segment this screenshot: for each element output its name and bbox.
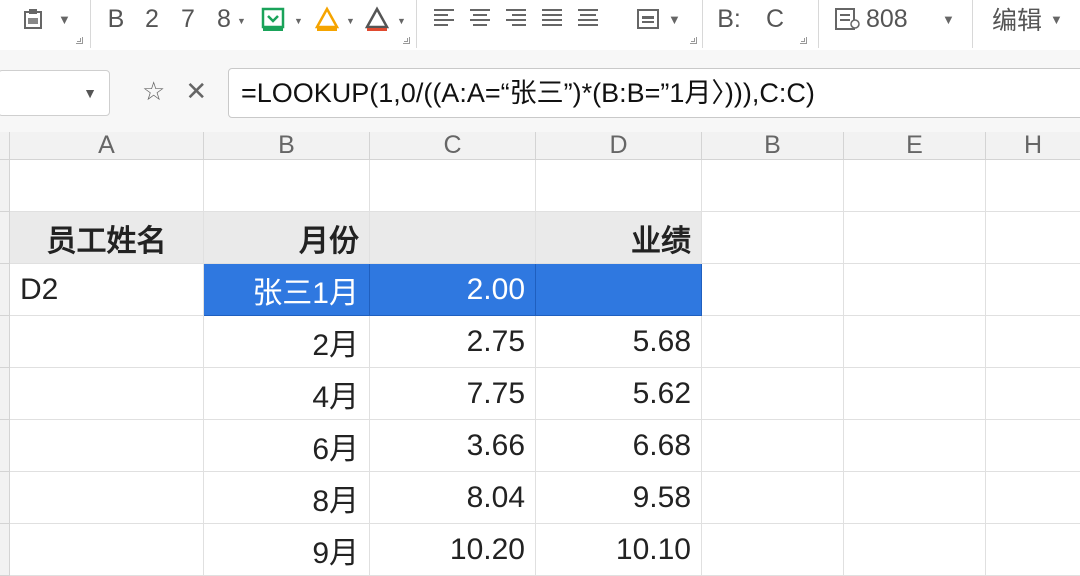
cell[interactable]: 3.66 bbox=[370, 420, 536, 472]
chevron-down-icon[interactable]: ▼ bbox=[294, 16, 303, 26]
chevron-down-icon[interactable]: ▼ bbox=[397, 16, 406, 26]
star-icon[interactable]: ☆ bbox=[142, 76, 165, 107]
toolbar-divider bbox=[972, 0, 973, 48]
chevron-down-icon[interactable]: ▼ bbox=[942, 12, 955, 27]
cell[interactable] bbox=[10, 524, 204, 576]
row-header[interactable] bbox=[0, 368, 10, 420]
chevron-down-icon[interactable]: ▼ bbox=[346, 16, 355, 26]
toolbar-divider bbox=[818, 0, 819, 48]
cell[interactable]: 8月 bbox=[204, 472, 370, 524]
paste-icon[interactable] bbox=[18, 0, 48, 38]
column-header[interactable]: A bbox=[10, 132, 204, 160]
header-cell-empty[interactable] bbox=[370, 212, 536, 264]
dialog-launcher-icon[interactable] bbox=[403, 37, 410, 44]
bold-button[interactable]: B bbox=[104, 0, 128, 38]
cell[interactable] bbox=[10, 472, 204, 524]
cell[interactable]: 4月 bbox=[204, 368, 370, 420]
formula-bar: ▼ ☆ ✕ =LOOKUP(1,0/((A:A=“张三”)*(B:B=”1月〉)… bbox=[0, 50, 1080, 133]
highlight-color-icon[interactable] bbox=[312, 0, 342, 38]
cell[interactable]: 9.58 bbox=[536, 472, 702, 524]
font-color-icon[interactable] bbox=[362, 0, 392, 38]
cell[interactable] bbox=[10, 368, 204, 420]
fill-color-icon[interactable] bbox=[258, 0, 288, 38]
cell[interactable]: 9月 bbox=[204, 524, 370, 576]
cell[interactable]: 10.10 bbox=[536, 524, 702, 576]
empty-column-area[interactable] bbox=[986, 160, 1080, 576]
justify-icon[interactable] bbox=[542, 9, 562, 29]
cell[interactable]: 8.04 bbox=[370, 472, 536, 524]
formula-actions: ☆ ✕ bbox=[142, 76, 207, 107]
cell[interactable] bbox=[370, 160, 536, 212]
format-7-button[interactable]: 7 bbox=[176, 0, 200, 38]
align-right-icon[interactable] bbox=[506, 9, 526, 29]
cell[interactable] bbox=[10, 160, 204, 212]
chevron-down-icon[interactable]: ▼ bbox=[1050, 12, 1063, 27]
row-header[interactable] bbox=[0, 212, 10, 264]
edit-menu-button[interactable]: 编辑 bbox=[988, 0, 1046, 38]
header-cell-performance[interactable]: 业绩 bbox=[536, 212, 702, 264]
selected-cell[interactable]: 张三1月 bbox=[204, 264, 370, 316]
column-header[interactable]: B bbox=[204, 132, 370, 160]
header-cell-name[interactable]: 员工姓名 bbox=[10, 212, 204, 264]
column-header[interactable]: E bbox=[844, 132, 986, 160]
spreadsheet-grid: A B C D B E H 员工姓名 月份 业绩 D2 张三1月 2.00 2月… bbox=[0, 132, 1080, 576]
dialog-launcher-icon[interactable] bbox=[76, 37, 83, 44]
column-header[interactable]: C bbox=[370, 132, 536, 160]
cell-range-c-button[interactable]: C bbox=[760, 0, 790, 38]
cell-range-b-button[interactable]: B: bbox=[712, 0, 746, 38]
column-header[interactable]: H bbox=[986, 132, 1080, 160]
toolbar-divider bbox=[90, 0, 91, 48]
cell[interactable] bbox=[10, 316, 204, 368]
selected-cell[interactable]: 2.00 bbox=[370, 264, 536, 316]
cell[interactable]: 10.20 bbox=[370, 524, 536, 576]
chevron-down-icon[interactable]: ▼ bbox=[83, 85, 97, 101]
row-header[interactable] bbox=[0, 524, 10, 576]
cell[interactable]: 6.68 bbox=[536, 420, 702, 472]
align-center-icon[interactable] bbox=[470, 9, 490, 29]
format-8-button[interactable]: 8 bbox=[212, 0, 236, 38]
number-format-icon[interactable] bbox=[832, 0, 862, 38]
cell[interactable] bbox=[10, 420, 204, 472]
row-header[interactable] bbox=[0, 420, 10, 472]
toolbar-divider bbox=[702, 0, 703, 48]
column-header[interactable]: B bbox=[702, 132, 844, 160]
empty-column-area[interactable] bbox=[844, 160, 986, 576]
dialog-launcher-icon[interactable] bbox=[690, 37, 697, 44]
close-icon[interactable]: ✕ bbox=[185, 76, 207, 107]
number-format-label[interactable]: 808 bbox=[866, 0, 938, 38]
cell[interactable] bbox=[536, 160, 702, 212]
chevron-down-icon[interactable]: ▼ bbox=[668, 12, 681, 27]
cell[interactable]: 7.75 bbox=[370, 368, 536, 420]
row-header[interactable] bbox=[0, 316, 10, 368]
row-header[interactable] bbox=[0, 160, 10, 212]
ribbon-toolbar: ▼ B 2 7 8 ▼ ▼ ▼ ▼ ▼ B: C 808 ▼ 编辑 ▼ bbox=[0, 0, 1080, 51]
distributed-align-icon[interactable] bbox=[578, 9, 598, 29]
empty-column-area[interactable] bbox=[702, 160, 844, 576]
dialog-launcher-icon[interactable] bbox=[800, 37, 807, 44]
align-left-icon[interactable] bbox=[434, 9, 454, 29]
cell[interactable] bbox=[204, 160, 370, 212]
row-header[interactable] bbox=[0, 472, 10, 524]
format-2-button[interactable]: 2 bbox=[140, 0, 164, 38]
chevron-down-icon[interactable]: ▼ bbox=[58, 12, 71, 27]
column-header[interactable]: D bbox=[536, 132, 702, 160]
header-cell-month[interactable]: 月份 bbox=[204, 212, 370, 264]
cell[interactable]: D2 bbox=[10, 264, 204, 316]
cell[interactable]: 2.75 bbox=[370, 316, 536, 368]
formula-input[interactable]: =LOOKUP(1,0/((A:A=“张三”)*(B:B=”1月〉))),C:C… bbox=[228, 68, 1080, 118]
cell[interactable]: 6月 bbox=[204, 420, 370, 472]
chevron-down-icon[interactable]: ▼ bbox=[237, 16, 246, 26]
cell[interactable]: 5.68 bbox=[536, 316, 702, 368]
cell[interactable]: 2月 bbox=[204, 316, 370, 368]
select-all-corner[interactable] bbox=[0, 132, 10, 160]
row-header[interactable] bbox=[0, 264, 10, 316]
name-box[interactable]: ▼ bbox=[0, 70, 110, 116]
toolbar-divider bbox=[416, 0, 417, 48]
merge-cells-icon[interactable] bbox=[634, 0, 662, 38]
cell[interactable]: 5.62 bbox=[536, 368, 702, 420]
selected-cell[interactable] bbox=[536, 264, 702, 316]
